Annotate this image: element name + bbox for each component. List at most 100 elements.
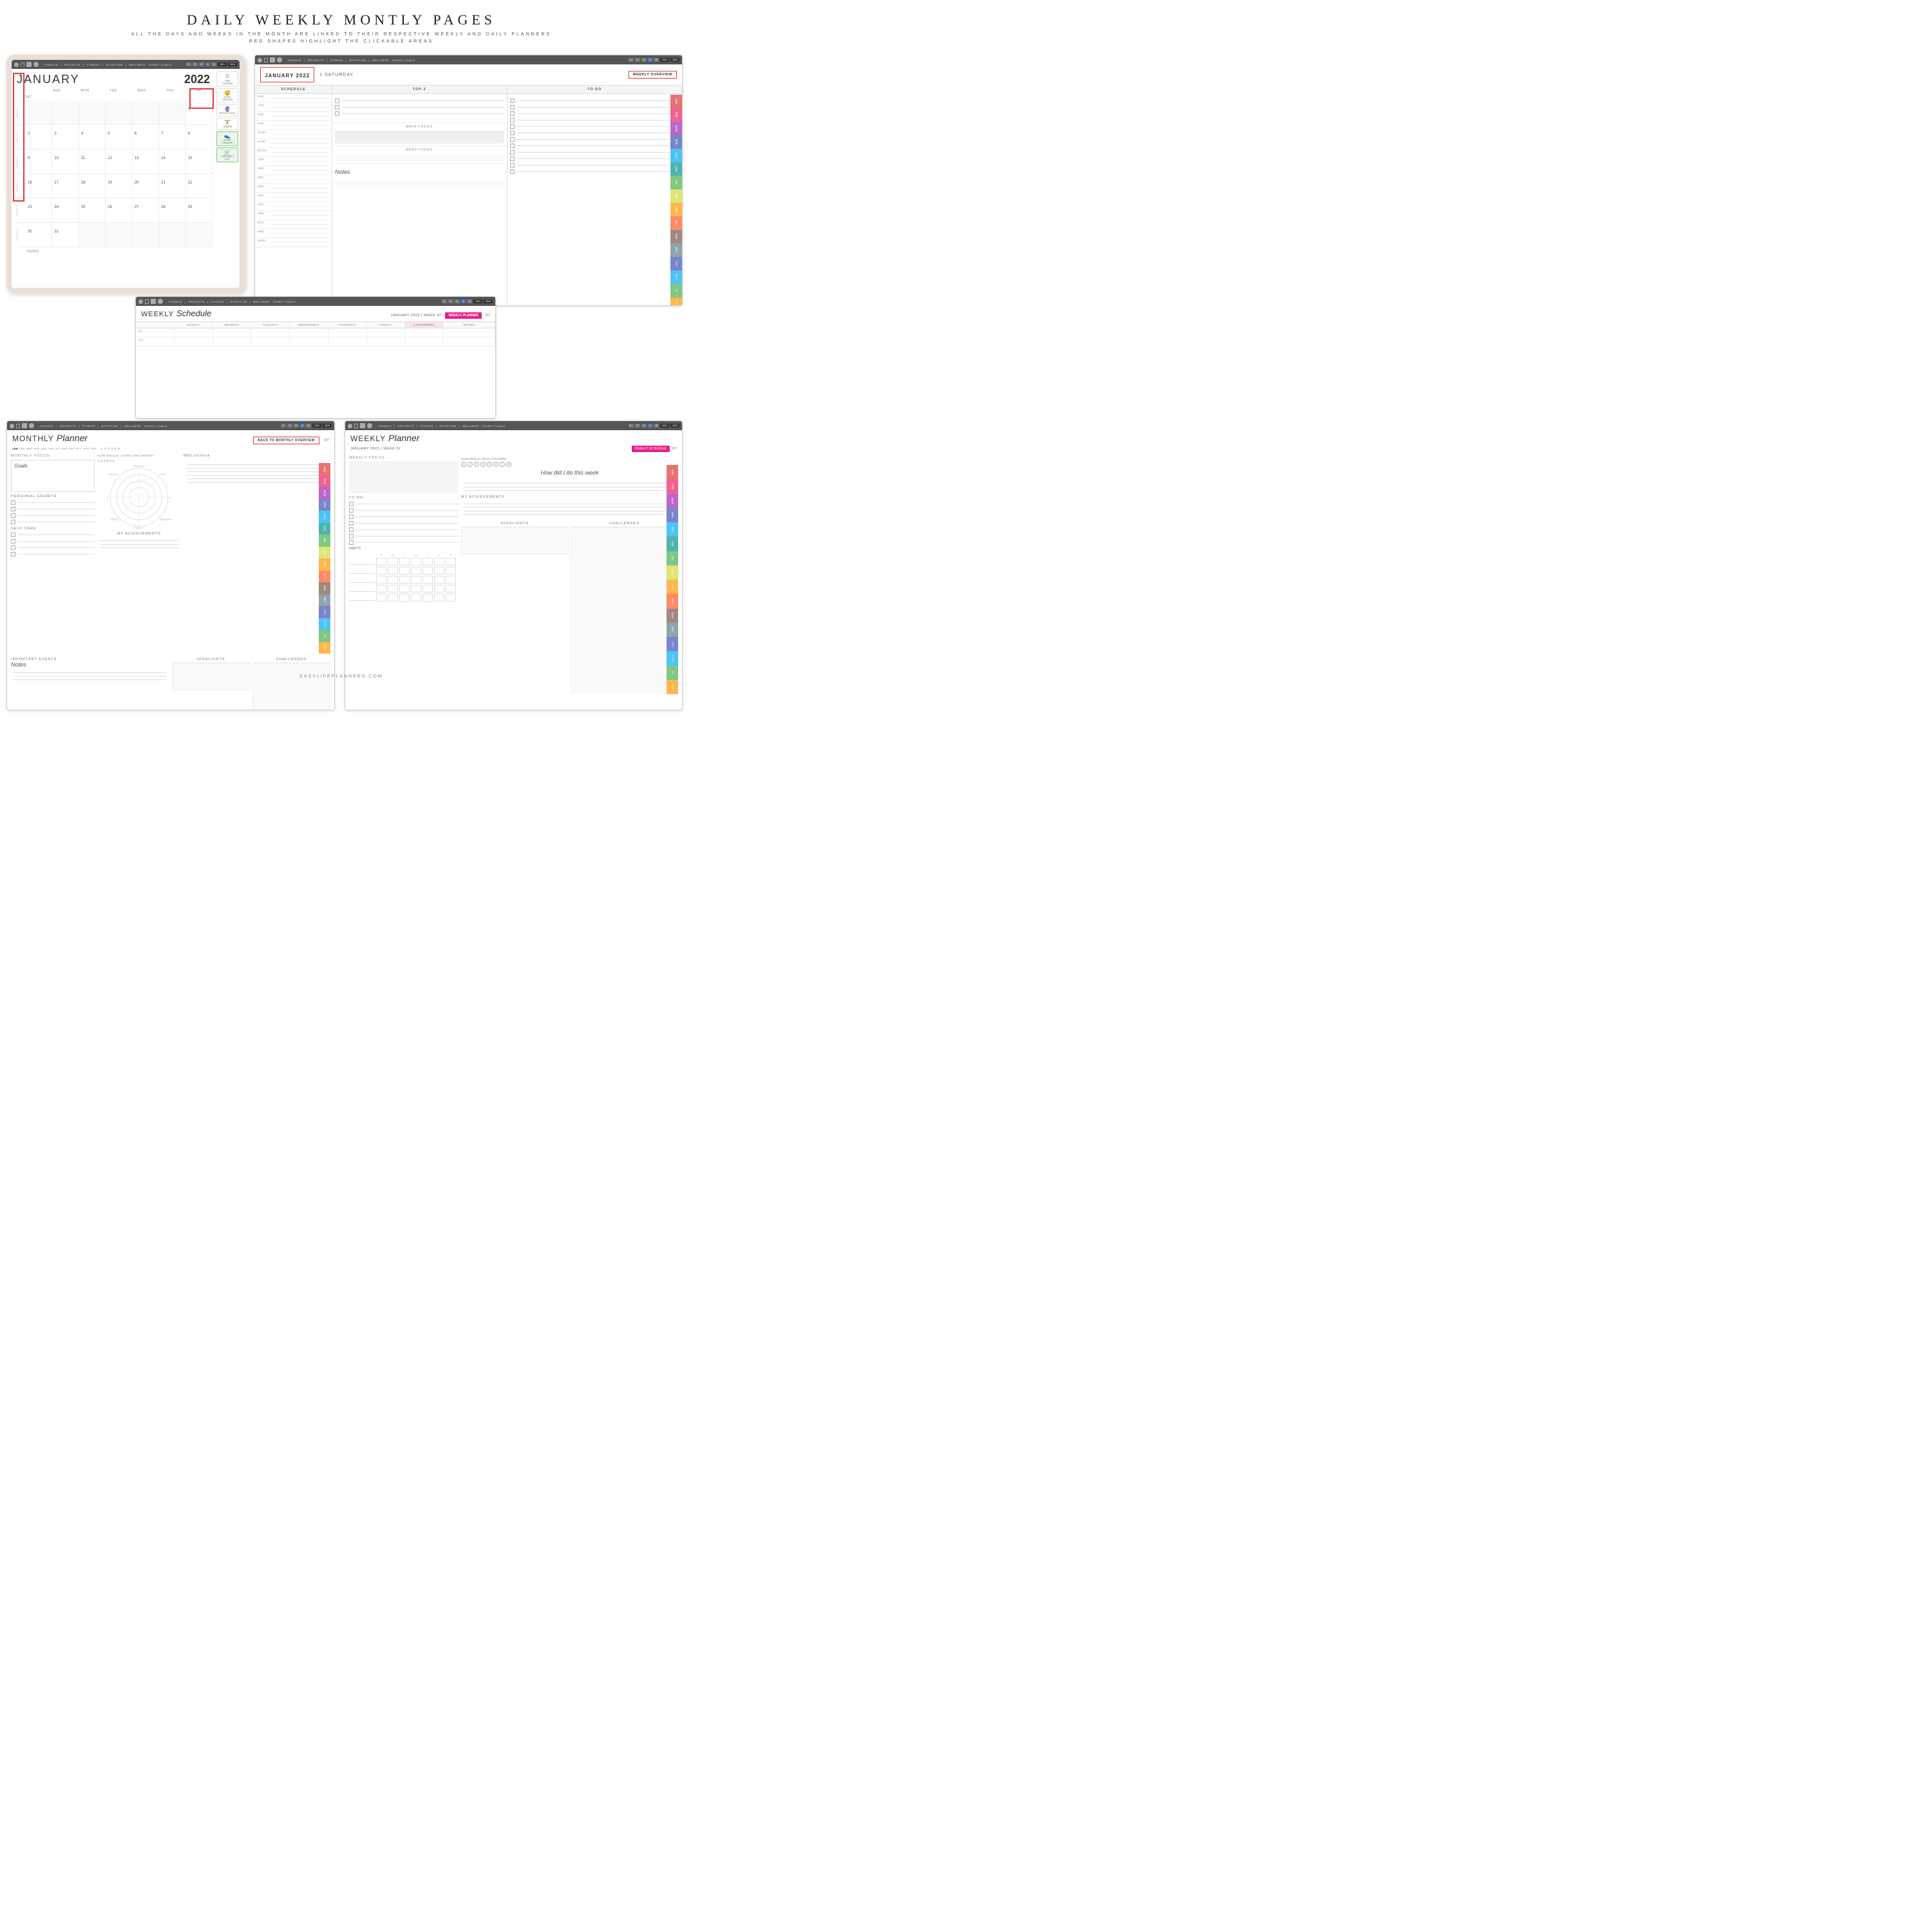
home-icon[interactable]: [14, 62, 19, 67]
mp-tab-apr[interactable]: APR: [319, 499, 330, 511]
mp-tab-nov[interactable]: NOV: [319, 582, 330, 594]
cal-day-cell-w5-d1[interactable]: 31: [52, 223, 79, 247]
cal-week-label-0[interactable]: WEEK 1: [14, 100, 26, 124]
habit-cell-r0-d4[interactable]: [422, 558, 433, 565]
cal-day-cell-w1-d0[interactable]: 2: [26, 125, 52, 149]
cal-day-cell-w1-d4[interactable]: 6: [133, 125, 159, 149]
nav-btn-1[interactable]: 1: [186, 62, 191, 66]
wp-sched-btn[interactable]: WEEKLY SCHEDULE: [632, 446, 670, 452]
month-sep[interactable]: SEP: [69, 447, 75, 450]
nav-nutrition[interactable]: NUTRITION: [106, 63, 122, 66]
habit-cell-r3-d0[interactable]: [376, 585, 386, 592]
habit-cell-r2-d4[interactable]: [422, 576, 433, 583]
tab-nov[interactable]: NOV: [670, 230, 682, 243]
daily-nav-yearly[interactable]: YEARLY GOALS: [392, 59, 415, 62]
month-aug[interactable]: AUG: [62, 447, 68, 450]
habit-cell-r4-d1[interactable]: [388, 594, 398, 601]
tab-aug[interactable]: AUG: [670, 189, 682, 203]
weekly-overview-button[interactable]: WEEKLY OVERVIEW: [629, 71, 677, 79]
cal-day-cell-w1-d5[interactable]: 7: [159, 125, 185, 149]
daily-date-box[interactable]: JANUARY 2022: [260, 67, 314, 82]
wp-tab-sep[interactable]: SEP: [667, 580, 678, 594]
month-may[interactable]: MAY: [41, 447, 47, 450]
cal-week-label-3[interactable]: WEEK 4: [14, 174, 26, 198]
cal-day-cell-w3-d6[interactable]: 22: [186, 174, 213, 198]
cal-day-cell-w2-d2[interactable]: 11: [79, 149, 106, 173]
back-to-monthly-btn[interactable]: BACK TO MONTHLY OVERVIEW: [253, 437, 319, 444]
cal-day-cell-w2-d6[interactable]: 15: [186, 149, 213, 173]
nav-year2[interactable]: 2022: [228, 62, 237, 66]
icon-reflections[interactable]: 🔮 REFLECTIONS: [216, 104, 238, 117]
cal-day-cell-w1-d1[interactable]: 3: [52, 125, 79, 149]
month-jul[interactable]: JUL: [55, 447, 60, 450]
wp-tab-mar[interactable]: MAR: [667, 494, 678, 508]
wp-tab-dec[interactable]: DEC: [667, 623, 678, 637]
habit-cell-r0-d1[interactable]: [388, 558, 398, 565]
habit-cell-r4-d2[interactable]: [399, 594, 410, 601]
icon-steps-grocery[interactable]: 👟 STEPSTRACKER: [216, 131, 238, 146]
habit-cell-r3-d6[interactable]: [446, 585, 456, 592]
mp-tab-sep[interactable]: SEP: [319, 558, 330, 571]
habit-cell-r2-d5[interactable]: [434, 576, 444, 583]
daily-nav-finance[interactable]: FINANCE: [288, 59, 301, 62]
habit-cell-r0-d2[interactable]: [399, 558, 410, 565]
wp-tab-notes[interactable]: NOTES: [667, 651, 678, 665]
cal-week-label-5[interactable]: WEEK 6: [14, 223, 26, 247]
habit-cell-r4-d6[interactable]: [446, 594, 456, 601]
wp-tab-jul[interactable]: JUL: [667, 551, 678, 565]
mp-tab-habits[interactable]: HABITS: [319, 642, 330, 654]
month-jun[interactable]: JUN: [48, 447, 54, 450]
tab-dec[interactable]: DEC: [670, 243, 682, 257]
habit-cell-r0-d0[interactable]: [376, 558, 386, 565]
icon-sleep-tracker[interactable]: 😴 SLEEPTRACKER: [216, 88, 238, 103]
habit-cell-r4-d3[interactable]: [411, 594, 421, 601]
cal-day-cell-w5-d0[interactable]: 30: [26, 223, 52, 247]
wp-tab-habits[interactable]: HABITS: [667, 680, 678, 694]
wp-tab-aug[interactable]: AUG: [667, 565, 678, 580]
cal-day-cell-w2-d3[interactable]: 12: [106, 149, 132, 173]
habit-cell-r0-d3[interactable]: [411, 558, 421, 565]
habit-cell-r0-d6[interactable]: [446, 558, 456, 565]
habit-cell-r1-d6[interactable]: [446, 567, 456, 574]
month-oct[interactable]: OCT: [76, 447, 82, 450]
cal-day-cell-w3-d3[interactable]: 19: [106, 174, 132, 198]
icon-time-tracker[interactable]: ⏱ TIMETRACKER: [216, 71, 238, 87]
habit-cell-r4-d4[interactable]: [422, 594, 433, 601]
nav-btn-5[interactable]: 5: [211, 62, 216, 66]
habit-cell-r1-d4[interactable]: [422, 567, 433, 574]
mp-tab-mar[interactable]: MAR: [319, 487, 330, 499]
daily-nav-nutrition[interactable]: NUTRITION: [349, 59, 366, 62]
cal-week-label-4[interactable]: WEEK 5: [14, 198, 26, 222]
tab-todo[interactable]: TODO: [670, 257, 682, 270]
habit-cell-r2-d2[interactable]: [399, 576, 410, 583]
wp-highlights-box[interactable]: [461, 529, 569, 554]
nav-btn-4[interactable]: 4: [205, 62, 211, 66]
habit-cell-r2-d1[interactable]: [388, 576, 398, 583]
cal-day-cell-w0-d6[interactable]: 1: [186, 100, 213, 124]
daily-nav-projects[interactable]: PROJECTS: [308, 59, 324, 62]
wp-tab-feb[interactable]: FEB: [667, 479, 678, 493]
cal-day-cell-w3-d0[interactable]: 16: [26, 174, 52, 198]
cal-day-cell-w2-d0[interactable]: 9: [26, 149, 52, 173]
habit-cell-r1-d1[interactable]: [388, 567, 398, 574]
cal-day-cell-w4-d6[interactable]: 29: [186, 198, 213, 222]
cal-day-cell-w2-d5[interactable]: 14: [159, 149, 185, 173]
icon-fitness[interactable]: 🏋 FITNESS: [216, 118, 238, 130]
nav-finance[interactable]: FINANCE: [44, 63, 58, 66]
wp-tab-jan[interactable]: JAN: [667, 465, 678, 479]
habit-cell-r0-d5[interactable]: [434, 558, 444, 565]
habit-cell-r2-d6[interactable]: [446, 576, 456, 583]
cal-day-cell-w1-d3[interactable]: 5: [106, 125, 132, 149]
tab-jan[interactable]: JAN: [670, 95, 682, 108]
cal-day-cell-w3-d4[interactable]: 20: [133, 174, 159, 198]
habit-cell-r2-d0[interactable]: [376, 576, 386, 583]
daily-nav-fitness[interactable]: FITNESS: [330, 59, 343, 62]
habit-cell-r3-d5[interactable]: [434, 585, 444, 592]
nav-yearly[interactable]: YEARLY GOALS: [148, 63, 171, 66]
mp-tab-jan[interactable]: JAN: [319, 463, 330, 475]
wp-tab-todo[interactable]: TODO: [667, 637, 678, 651]
wp-priorities-box[interactable]: [349, 461, 459, 493]
habit-cell-r4-d5[interactable]: [434, 594, 444, 601]
wp-tab-nov[interactable]: NOV: [667, 609, 678, 623]
habit-cell-r3-d1[interactable]: [388, 585, 398, 592]
